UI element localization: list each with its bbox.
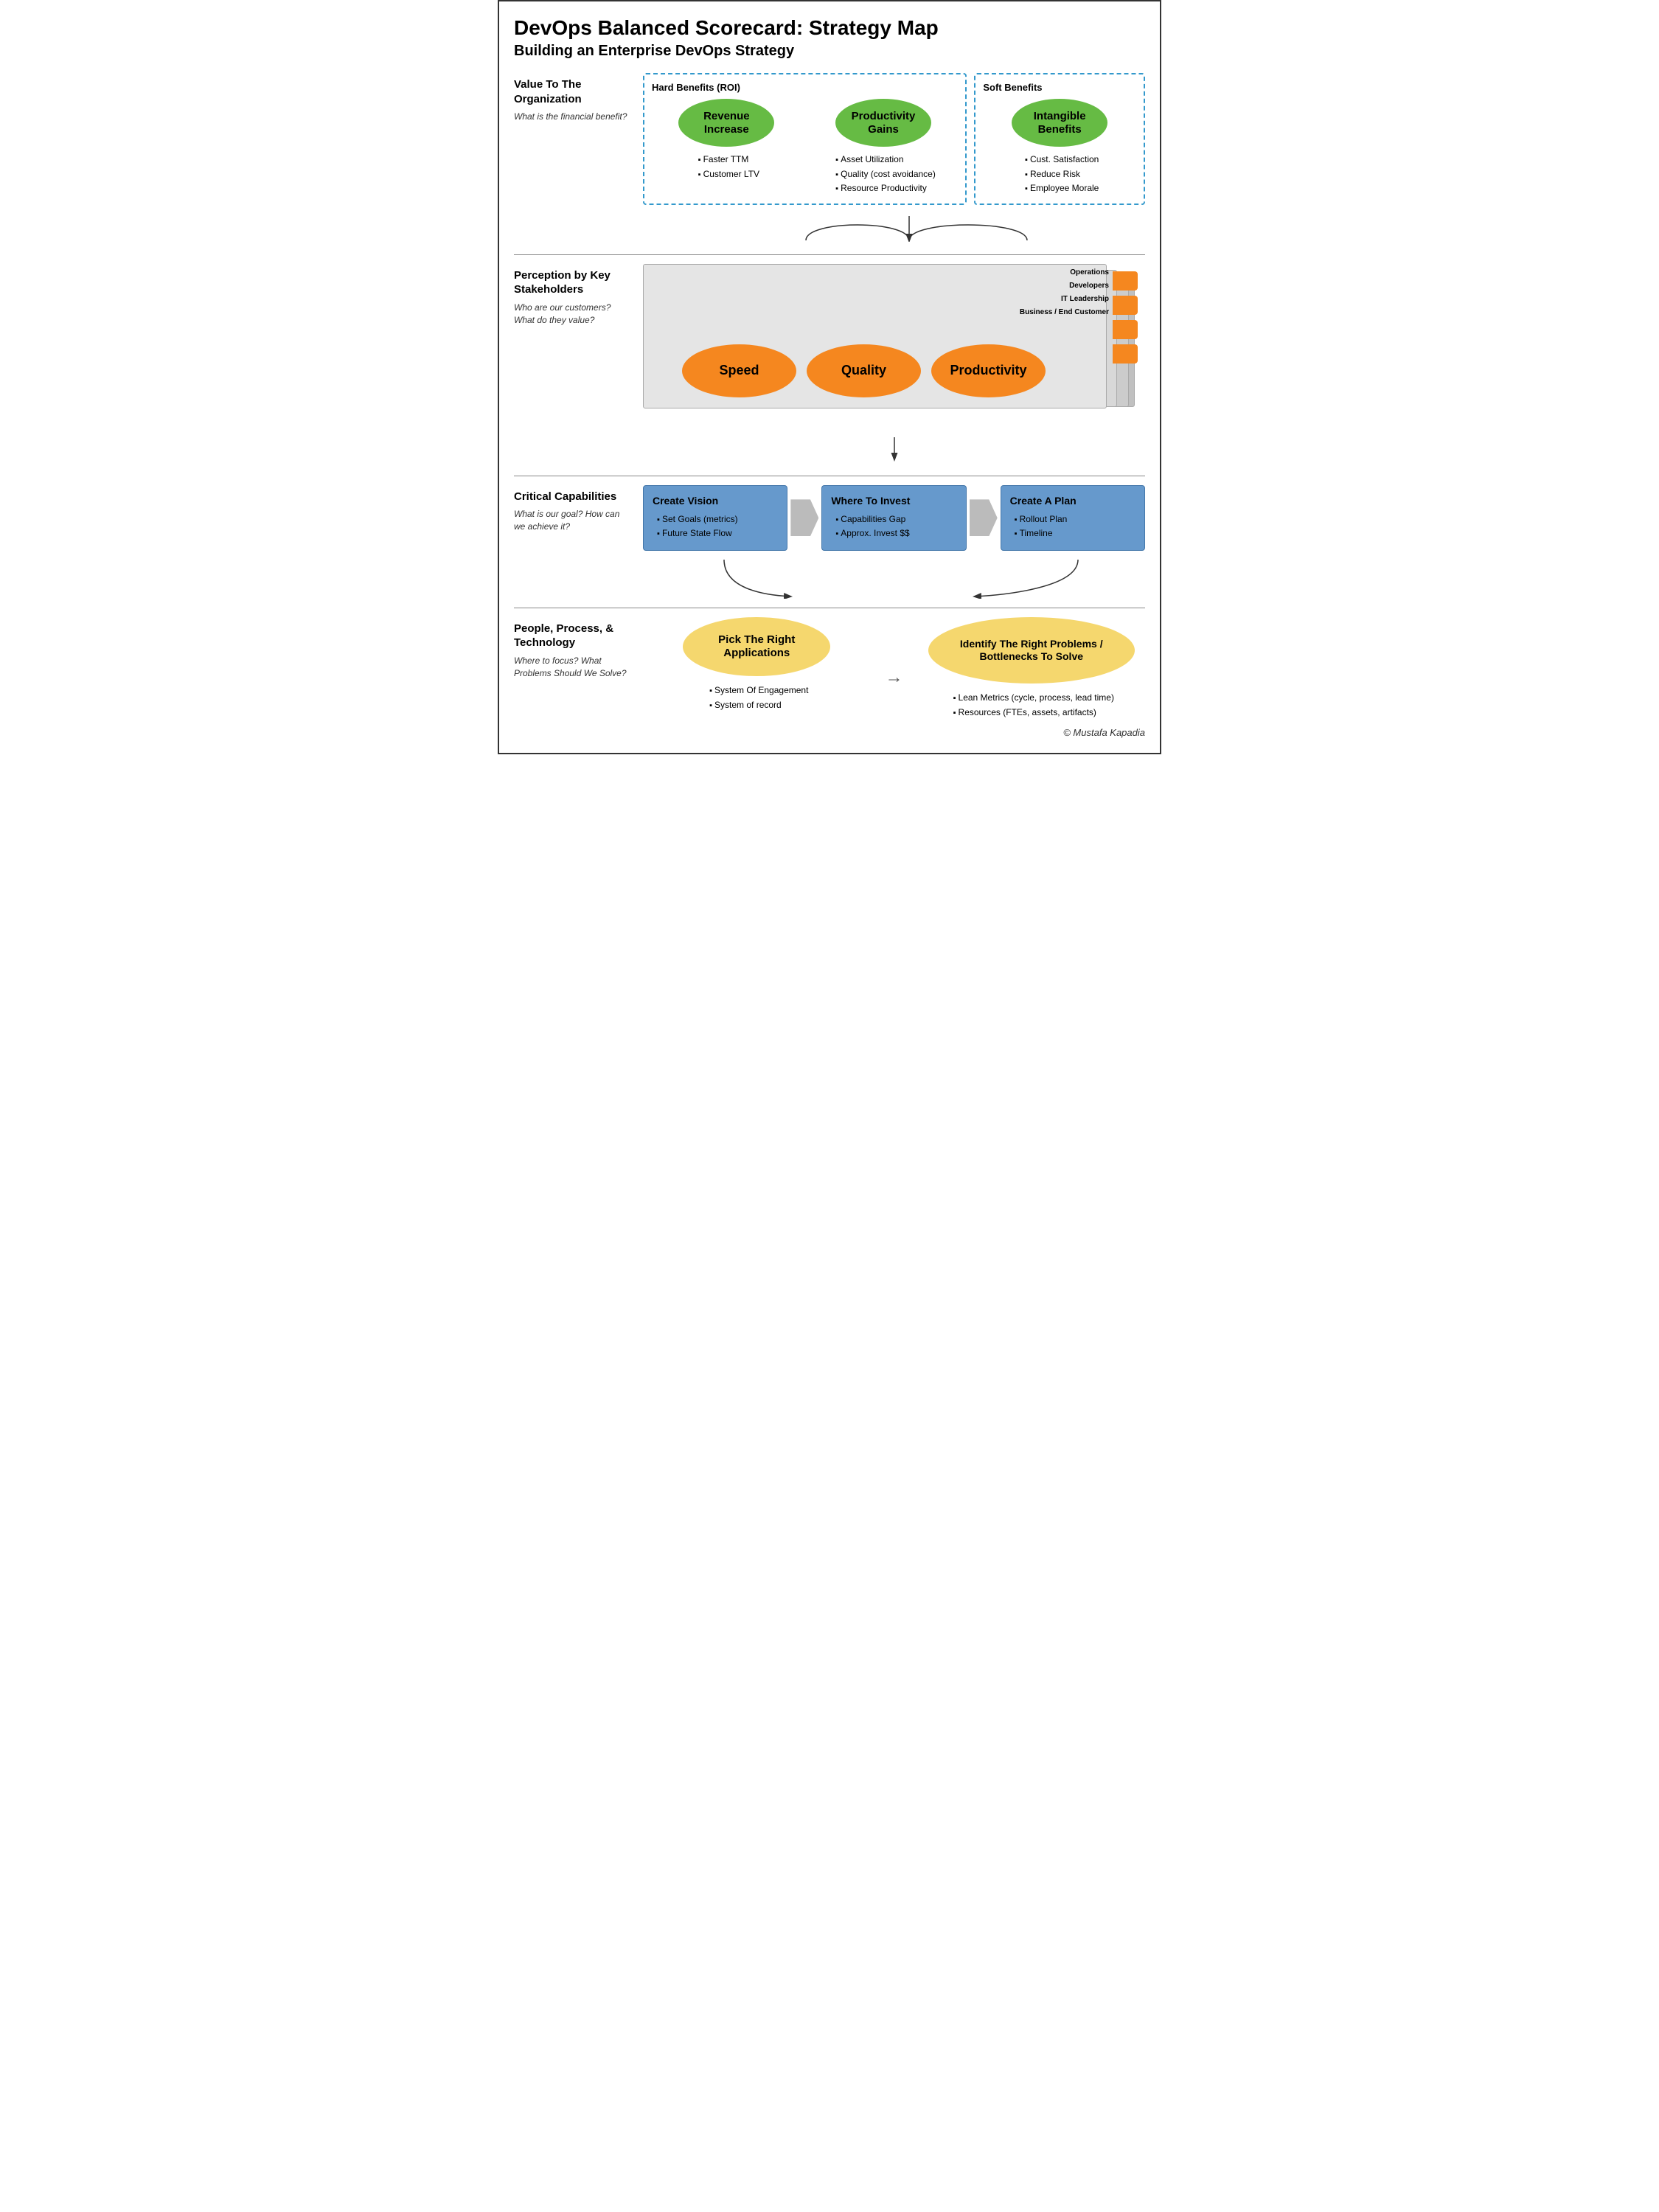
speed-oval: Speed [682, 344, 796, 397]
soft-benefits-box: Soft Benefits Intangible Benefits Cust. … [974, 73, 1145, 205]
arrow-capabilities-to-people [643, 558, 1159, 599]
ppt-row: Pick The Right Applications System Of En… [643, 617, 1145, 720]
productivity-bullet-3: Resource Productivity [835, 181, 936, 196]
soft-benefits-inner: Intangible Benefits Cust. Satisfaction R… [983, 99, 1136, 196]
arrow-value-to-perception [747, 212, 1042, 242]
people-title: People, Process, & Technology [514, 622, 633, 650]
label-it-leadership: IT Leadership [1020, 293, 1109, 306]
value-sub: What is the financial benefit? [514, 111, 633, 123]
pick-apps-bullet-1: System Of Engagement [709, 684, 808, 698]
tab-4 [1113, 344, 1138, 364]
page-title: DevOps Balanced Scorecard: Strategy Map [514, 16, 1145, 40]
value-content: Hard Benefits (ROI) Revenue Increase Fas… [643, 73, 1145, 205]
value-title: Value To The Organization [514, 77, 633, 106]
people-section: People, Process, & Technology Where to f… [514, 617, 1145, 720]
vision-bullet-2: Future State Flow [657, 526, 778, 541]
pick-apps-oval: Pick The Right Applications [683, 617, 830, 676]
arrow-perception-to-capabilities [747, 434, 1042, 463]
ppt-arrow-icon: → [886, 667, 903, 688]
page-subtitle: Building an Enterprise DevOps Strategy [514, 43, 1145, 60]
revenue-bullets: Faster TTM Customer LTV [694, 153, 759, 181]
create-plan-box: Create A Plan Rollout Plan Timeline [1001, 485, 1145, 551]
identify-bullet-2: Resources (FTEs, assets, artifacts) [953, 706, 1114, 720]
layer-card-business: Operations Developers IT Leadership Busi… [643, 264, 1107, 408]
create-plan-title: Create A Plan [1010, 495, 1135, 507]
productivity-bullets: Asset Utilization Quality (cost avoidanc… [831, 153, 936, 196]
intangible-bullet-2: Reduce Risk [1025, 167, 1099, 182]
hard-benefits-title: Hard Benefits (ROI) [652, 82, 958, 93]
hard-benefits-inner: Revenue Increase Faster TTM Customer LTV… [652, 99, 958, 196]
identify-problems-col: Identify The Right Problems / Bottleneck… [918, 617, 1146, 720]
perception-section: Perception by Key Stakeholders Who are o… [514, 264, 1145, 426]
identify-problems-oval: Identify The Right Problems / Bottleneck… [928, 617, 1135, 684]
cap-arrow-shape-2 [970, 499, 998, 536]
benefits-container: Hard Benefits (ROI) Revenue Increase Fas… [643, 73, 1145, 205]
create-vision-bullets: Set Goals (metrics) Future State Flow [653, 512, 778, 541]
capabilities-sub: What is our goal? How can we achieve it? [514, 508, 633, 533]
productivity-bullet-2: Quality (cost avoidance) [835, 167, 936, 182]
revenue-oval: Revenue Increase [678, 99, 774, 147]
value-section: Value To The Organization What is the fi… [514, 73, 1145, 205]
tab-1 [1113, 271, 1138, 291]
productivity-bullet-1: Asset Utilization [835, 153, 936, 167]
quality-oval: Quality [807, 344, 921, 397]
invest-bullet-1: Capabilities Gap [835, 512, 956, 527]
stakeholder-wrapper: Operations Developers IT Leadership Busi… [643, 264, 1145, 426]
productivity-oval: Productivity [931, 344, 1046, 397]
label-operations: Operations [1020, 266, 1109, 279]
revenue-bullet-1: Faster TTM [698, 153, 759, 167]
pick-apps-col: Pick The Right Applications System Of En… [643, 617, 871, 712]
create-vision-title: Create Vision [653, 495, 778, 507]
perception-sub: Who are our customers? What do they valu… [514, 302, 633, 327]
copyright: © Mustafa Kapadia [514, 727, 1145, 738]
plan-bullet-2: Timeline [1015, 526, 1135, 541]
soft-benefits-title: Soft Benefits [983, 82, 1136, 93]
intangible-oval: Intangible Benefits [1012, 99, 1107, 147]
people-content: Pick The Right Applications System Of En… [643, 617, 1145, 720]
pick-apps-bullet-2: System of record [709, 698, 808, 713]
productivity-col: Productivity Gains Asset Utilization Qua… [809, 99, 959, 196]
where-to-invest-bullets: Capabilities Gap Approx. Invest $$ [831, 512, 956, 541]
capabilities-section: Critical Capabilities What is our goal? … [514, 485, 1145, 551]
identify-bullet-1: Lean Metrics (cycle, process, lead time) [953, 691, 1114, 706]
perception-title: Perception by Key Stakeholders [514, 268, 633, 297]
arrow-2 [967, 499, 1001, 536]
people-sub: Where to focus? What Problems Should We … [514, 655, 633, 680]
cap-arrow-shape-1 [790, 499, 818, 536]
revenue-bullet-2: Customer LTV [698, 167, 759, 182]
invest-bullet-2: Approx. Invest $$ [835, 526, 956, 541]
capabilities-label: Critical Capabilities What is our goal? … [514, 485, 643, 533]
pick-apps-bullets: System Of Engagement System of record [705, 684, 808, 712]
plan-bullet-1: Rollout Plan [1015, 512, 1135, 527]
vision-bullet-1: Set Goals (metrics) [657, 512, 778, 527]
revenue-col: Revenue Increase Faster TTM Customer LTV [652, 99, 801, 196]
identify-problems-bullets: Lean Metrics (cycle, process, lead time)… [949, 691, 1114, 720]
label-business: Business / End Customer [1020, 306, 1109, 319]
intangible-bullets: Cust. Satisfaction Reduce Risk Employee … [1020, 153, 1099, 196]
where-to-invest-title: Where To Invest [831, 495, 956, 507]
value-label: Value To The Organization What is the fi… [514, 73, 643, 123]
intangible-bullet-3: Employee Morale [1025, 181, 1099, 196]
capabilities-content: Create Vision Set Goals (metrics) Future… [643, 485, 1145, 551]
tab-indicators [1113, 271, 1138, 364]
tab-3 [1113, 320, 1138, 339]
people-label: People, Process, & Technology Where to f… [514, 617, 643, 680]
arrow-1 [787, 499, 821, 536]
create-vision-box: Create Vision Set Goals (metrics) Future… [643, 485, 787, 551]
label-developers: Developers [1020, 279, 1109, 293]
perception-content: Operations Developers IT Leadership Busi… [643, 264, 1145, 426]
intangible-bullet-1: Cust. Satisfaction [1025, 153, 1099, 167]
hard-benefits-box: Hard Benefits (ROI) Revenue Increase Fas… [643, 73, 967, 205]
create-plan-bullets: Rollout Plan Timeline [1010, 512, 1135, 541]
layer-cards: Operations Developers IT Leadership Busi… [643, 264, 1101, 426]
capabilities-title: Critical Capabilities [514, 490, 633, 504]
tab-2 [1113, 296, 1138, 315]
where-to-invest-box: Where To Invest Capabilities Gap Approx.… [821, 485, 966, 551]
perception-label: Perception by Key Stakeholders Who are o… [514, 264, 643, 327]
divider-1 [514, 254, 1145, 255]
productivity-gains-oval: Productivity Gains [835, 99, 931, 147]
capabilities-row: Create Vision Set Goals (metrics) Future… [643, 485, 1145, 551]
ovals-row: Speed Quality Productivity [651, 344, 1077, 397]
